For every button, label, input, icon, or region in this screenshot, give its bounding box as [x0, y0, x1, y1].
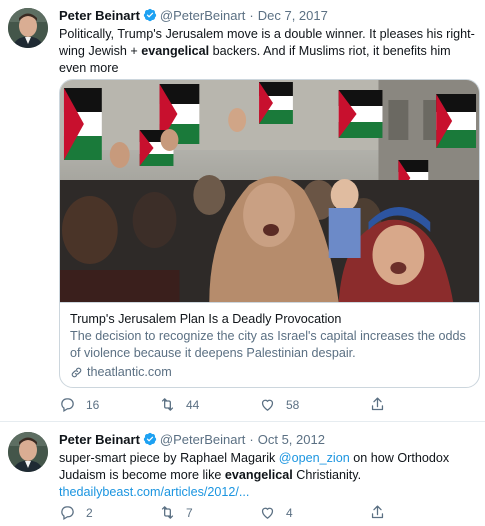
tweet-header: Peter Beinart @PeterBeinart · Dec 7, 201…: [59, 6, 477, 24]
separator: ·: [249, 7, 254, 23]
share-icon: [371, 397, 384, 411]
reply-icon: [61, 398, 74, 413]
retweet-icon: [161, 506, 174, 519]
display-name[interactable]: Peter Beinart: [59, 8, 140, 23]
card-body: Trump's Jerusalem Plan Is a Deadly Provo…: [60, 302, 479, 387]
mention-link[interactable]: @open_zion: [279, 451, 350, 465]
timestamp[interactable]: Dec 7, 2017: [258, 8, 328, 23]
link-icon: [71, 367, 82, 377]
display-name[interactable]: Peter Beinart: [59, 432, 140, 447]
share-icon: [371, 505, 384, 519]
retweet-count: 7: [186, 505, 193, 520]
share-button[interactable]: [369, 504, 409, 521]
text-segment: super-smart piece by Raphael Magarik: [59, 451, 279, 465]
avatar[interactable]: [8, 432, 48, 472]
card-image: [60, 80, 479, 302]
verified-badge-icon: [143, 8, 157, 22]
card-domain[interactable]: theatlantic.com: [70, 365, 469, 379]
like-button[interactable]: 4: [259, 504, 369, 521]
tweet[interactable]: Peter Beinart @PeterBeinart · Oct 5, 201…: [0, 422, 485, 526]
link-card[interactable]: Trump's Jerusalem Plan Is a Deadly Provo…: [59, 79, 480, 388]
handle[interactable]: @PeterBeinart: [160, 432, 245, 447]
reply-button[interactable]: 16: [59, 396, 159, 413]
share-button[interactable]: [369, 396, 409, 413]
retweet-icon: [161, 398, 174, 411]
tweet[interactable]: Peter Beinart @PeterBeinart · Dec 7, 201…: [0, 0, 485, 422]
retweet-count: 44: [186, 397, 200, 412]
url-link[interactable]: thedailybeast.com/articles/2012/...: [59, 485, 249, 499]
handle[interactable]: @PeterBeinart: [160, 8, 245, 23]
highlighted-keyword: evangelical: [224, 468, 293, 482]
reply-count: 2: [86, 505, 93, 520]
tweet-actions: 2 7 4: [59, 504, 429, 521]
like-button[interactable]: 58: [259, 396, 369, 413]
retweet-button[interactable]: 7: [159, 504, 259, 521]
verified-badge-icon: [143, 432, 157, 446]
heart-icon: [261, 507, 274, 519]
card-title[interactable]: Trump's Jerusalem Plan Is a Deadly Provo…: [70, 311, 469, 327]
like-count: 4: [286, 505, 293, 520]
text-segment: Christianity.: [292, 468, 362, 482]
card-description: The decision to recognize the city as Is…: [70, 329, 466, 360]
highlighted-keyword: evangelical: [141, 44, 210, 58]
retweet-button[interactable]: 44: [159, 396, 259, 413]
like-count: 58: [286, 397, 300, 412]
timestamp[interactable]: Oct 5, 2012: [258, 432, 325, 447]
separator: ·: [249, 431, 254, 447]
tweet-text: Politically, Trump's Jerusalem move is a…: [59, 26, 477, 77]
reply-count: 16: [86, 397, 100, 412]
tweet-text: super-smart piece by Raphael Magarik @op…: [59, 450, 477, 501]
tweet-header: Peter Beinart @PeterBeinart · Oct 5, 201…: [59, 430, 477, 448]
card-domain-text: theatlantic.com: [87, 365, 172, 379]
reply-icon: [61, 506, 74, 521]
reply-button[interactable]: 2: [59, 504, 159, 521]
heart-icon: [261, 399, 274, 411]
tweet-actions: 16 44 58: [59, 396, 429, 413]
avatar[interactable]: [8, 8, 48, 48]
